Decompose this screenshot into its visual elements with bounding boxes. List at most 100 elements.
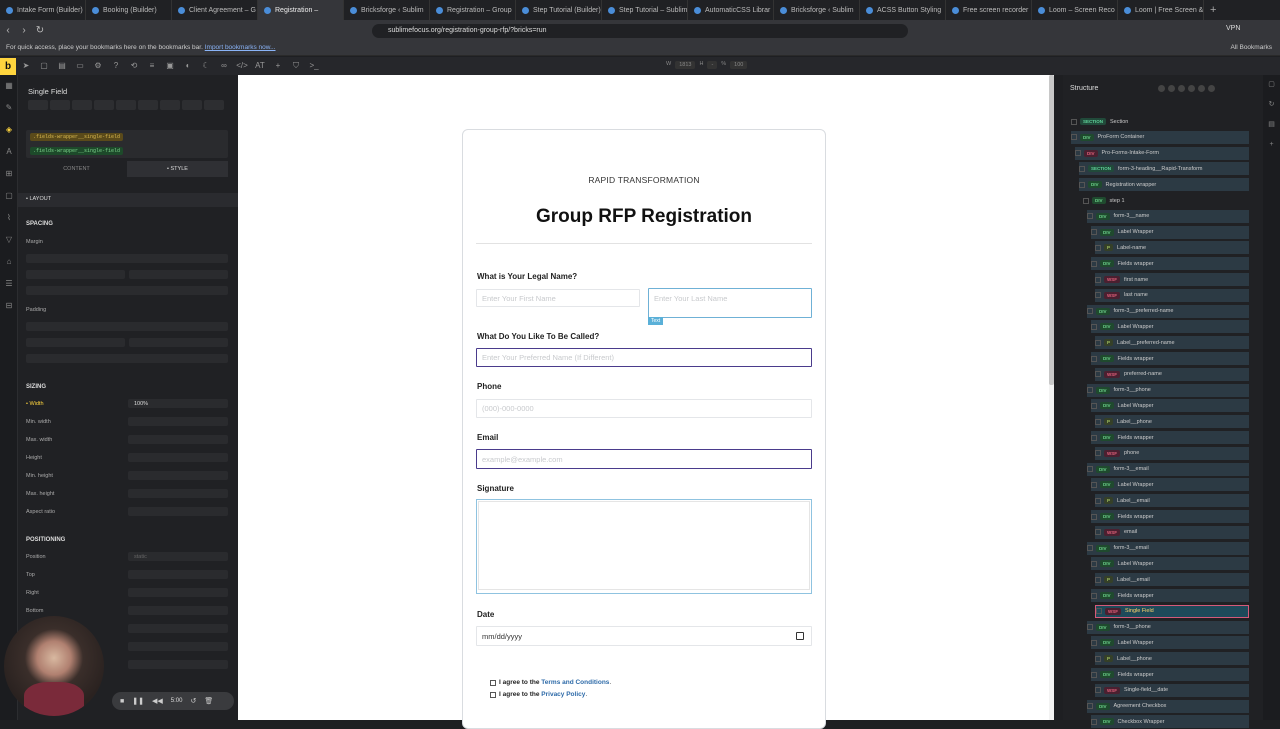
trash-icon[interactable]: 🗑 — [204, 697, 213, 705]
row-visibility-toggle[interactable] — [1095, 687, 1101, 694]
structure-row[interactable]: P Label__preferred-name — [1095, 336, 1249, 350]
row-visibility-toggle[interactable] — [1095, 339, 1101, 346]
database-icon[interactable]: ☰ — [0, 273, 18, 295]
row-visibility-toggle[interactable] — [1087, 213, 1093, 220]
gear-icon[interactable]: ⚙ — [90, 59, 106, 73]
structure-row[interactable]: DIV form-3__email — [1087, 541, 1249, 555]
box-icon[interactable]: ▢ — [0, 185, 18, 207]
row-visibility-toggle[interactable] — [1079, 165, 1085, 172]
layers-icon[interactable]: ▤ — [1263, 115, 1280, 135]
rewind-icon[interactable]: ◀◀ — [152, 697, 163, 705]
state-icon[interactable] — [116, 100, 136, 110]
privacy-checkbox[interactable] — [490, 691, 496, 698]
expand-icon[interactable] — [1158, 85, 1165, 92]
typography-icon[interactable]: A — [0, 141, 18, 163]
copy-icon[interactable] — [1188, 85, 1195, 92]
webcam-bubble[interactable] — [4, 616, 104, 716]
state-icon[interactable] — [94, 100, 114, 110]
structure-row[interactable]: DIV Label Wrapper — [1091, 557, 1249, 571]
max-width-field[interactable] — [128, 435, 228, 444]
row-visibility-toggle[interactable] — [1095, 655, 1101, 662]
preferred-name-input[interactable]: Enter Your Preferred Name (If Different) — [476, 348, 812, 367]
pause-icon[interactable]: ❚❚ — [132, 697, 144, 705]
collapse-icon[interactable] — [1168, 85, 1175, 92]
new-tab-button[interactable]: + — [1204, 4, 1222, 16]
margin-bottom-field[interactable] — [26, 286, 228, 295]
structure-row[interactable]: P Label__email — [1095, 573, 1249, 587]
row-visibility-toggle[interactable] — [1095, 576, 1101, 583]
folder-icon[interactable]: ▭ — [72, 59, 88, 73]
browser-tab[interactable]: Registration – — [258, 0, 344, 20]
aspect-ratio-field[interactable] — [128, 507, 228, 516]
grid-icon[interactable]: ⊞ — [0, 163, 18, 185]
terms-link[interactable]: Terms and Conditions — [541, 679, 609, 686]
structure-row[interactable]: P Label__email — [1095, 494, 1249, 508]
structure-row[interactable]: DIV Registration wrapper — [1079, 178, 1249, 192]
width-value[interactable]: 1813 — [675, 61, 696, 69]
row-visibility-toggle[interactable] — [1095, 276, 1101, 283]
browser-tab[interactable]: Client Agreement – G — [172, 0, 258, 20]
history-icon[interactable]: ⟲ — [126, 59, 142, 73]
padding-bottom-field[interactable] — [26, 354, 228, 363]
tag-icon[interactable]: ⌂ — [0, 251, 18, 273]
state-icon[interactable] — [72, 100, 92, 110]
structure-row[interactable]: DIV form-3__phone — [1087, 383, 1249, 397]
layers-icon[interactable]: ◈ — [0, 119, 18, 141]
structure-row[interactable]: P Label__phone — [1095, 415, 1249, 429]
class-chip[interactable]: .fields-wrapper__single-field — [30, 147, 124, 155]
structure-row[interactable]: DIV Fields wrapper — [1091, 431, 1249, 444]
min-width-field[interactable] — [128, 417, 228, 426]
cursor-icon[interactable]: ➤ — [18, 59, 34, 73]
browser-tab[interactable]: Bricksforge ‹ Sublim — [344, 0, 430, 20]
code-icon[interactable]: </> — [234, 59, 250, 73]
row-visibility-toggle[interactable] — [1095, 244, 1101, 251]
template-icon[interactable]: ▤ — [54, 59, 70, 73]
bottom-field[interactable] — [128, 606, 228, 615]
reload-icon[interactable]: ↻ — [32, 25, 48, 36]
row-visibility-toggle[interactable] — [1091, 671, 1097, 678]
structure-row[interactable]: DIV form-3__name — [1087, 209, 1249, 223]
plus-icon[interactable]: + — [270, 59, 286, 73]
row-visibility-toggle[interactable] — [1091, 260, 1097, 267]
row-visibility-toggle[interactable] — [1091, 355, 1097, 362]
stop-icon[interactable]: ■ — [120, 698, 124, 705]
row-visibility-toggle[interactable] — [1087, 466, 1093, 473]
back-icon[interactable]: ‹ — [0, 25, 16, 36]
padding-right-field[interactable] — [129, 338, 228, 347]
palette-icon[interactable]: ◐ — [180, 59, 196, 73]
import-bookmarks-link[interactable]: Import bookmarks now... — [205, 44, 276, 51]
state-icon[interactable] — [50, 100, 70, 110]
browser-tab[interactable]: AutomaticCSS Librar — [688, 0, 774, 20]
signature-canvas[interactable] — [478, 501, 810, 590]
row-visibility-toggle[interactable] — [1071, 134, 1077, 141]
browser-tab[interactable]: Free screen recorder — [946, 0, 1032, 20]
structure-row[interactable]: DIV Fields wrapper — [1091, 510, 1249, 523]
state-icon[interactable] — [138, 100, 158, 110]
row-visibility-toggle[interactable] — [1091, 481, 1097, 488]
order-field[interactable] — [128, 660, 228, 669]
structure-row[interactable]: DIV form-3__preferred-name — [1087, 304, 1249, 318]
chat-icon[interactable]: ▢ — [1263, 75, 1280, 95]
browser-tab[interactable]: Step Tutorial – Sublim — [602, 0, 688, 20]
row-visibility-toggle[interactable] — [1095, 450, 1101, 457]
state-icon[interactable] — [204, 100, 224, 110]
shield-icon[interactable]: ⛉ — [288, 59, 304, 73]
structure-row[interactable]: SECTION form-3-heading__Rapid-Transform — [1079, 162, 1249, 176]
structure-row[interactable]: DIV form-3__email — [1087, 462, 1249, 476]
sync-icon[interactable]: ↻ — [1263, 95, 1280, 115]
structure-row[interactable]: WSF first name — [1095, 273, 1249, 286]
class-selector[interactable]: .fields-wrapper__single-field .fields-wr… — [26, 130, 228, 158]
state-icon[interactable] — [28, 100, 48, 110]
last-name-input[interactable]: Enter Your Last Name — [648, 288, 812, 318]
row-visibility-toggle[interactable] — [1091, 229, 1097, 236]
link-icon[interactable]: ∞ — [216, 59, 232, 73]
margin-left-field[interactable] — [26, 270, 125, 279]
email-input[interactable]: example@example.com — [476, 449, 812, 469]
canvas-scrollbar[interactable] — [1049, 75, 1054, 720]
structure-row[interactable]: SECTION Section — [1071, 115, 1249, 128]
all-bookmarks-button[interactable]: All Bookmarks — [1230, 44, 1272, 51]
pin-icon[interactable] — [1208, 85, 1215, 92]
help-icon[interactable]: ? — [108, 59, 124, 73]
filter-icon[interactable]: ▽ — [0, 229, 18, 251]
row-visibility-toggle[interactable] — [1091, 323, 1097, 330]
